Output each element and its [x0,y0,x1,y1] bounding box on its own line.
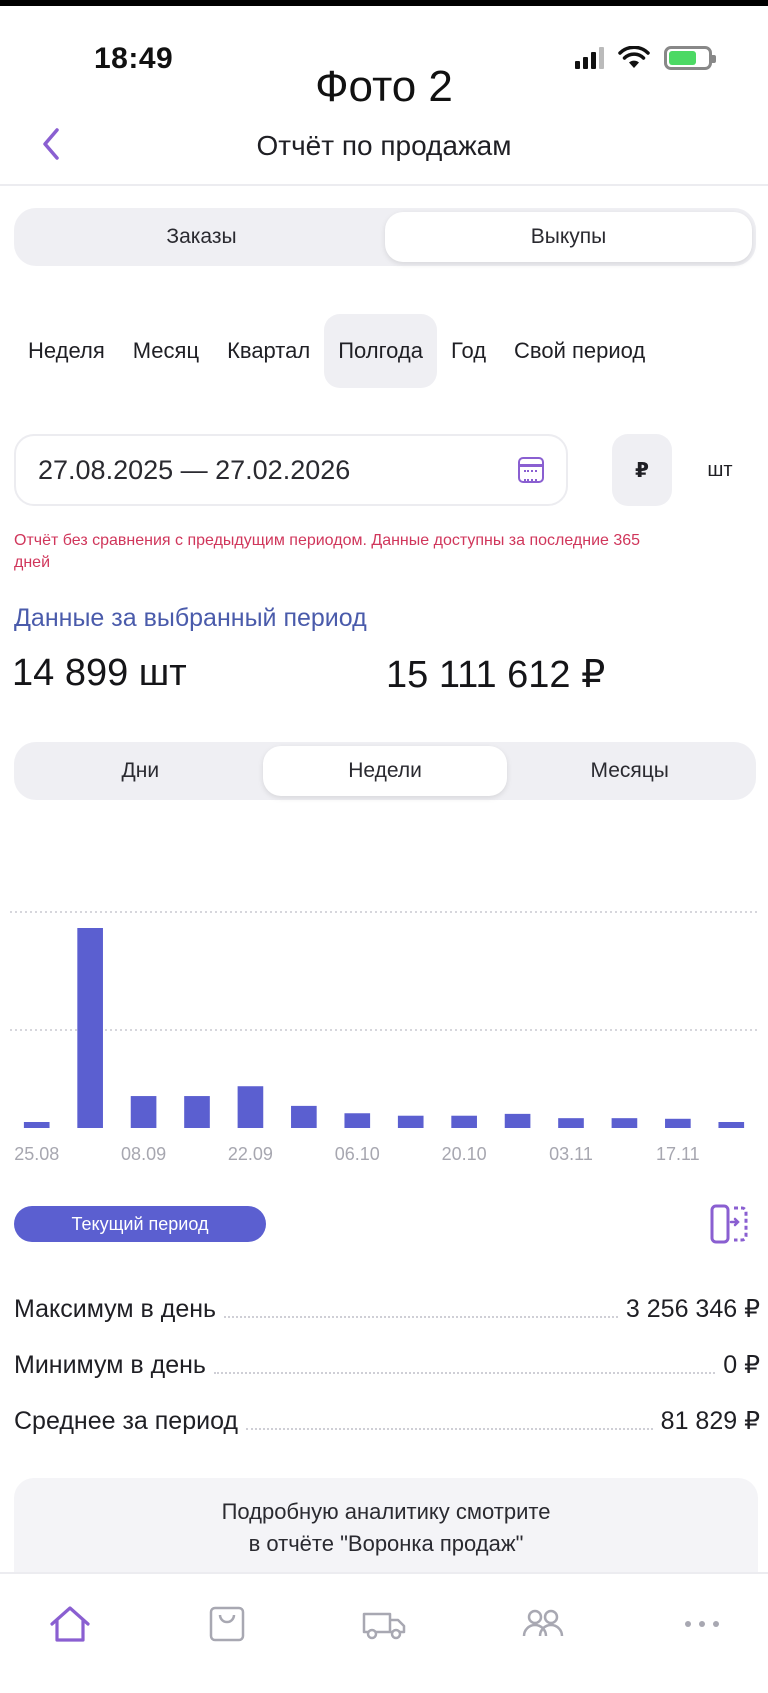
header-divider [0,184,768,186]
x-tick-label: 06.10 [335,1144,380,1164]
bottom-tab-bar [0,1572,768,1693]
chart-bar[interactable] [718,1122,745,1128]
info-line-2: в отчёте "Воронка продаж" [248,1531,524,1556]
stat-value: 3 256 346 ₽ [625,1295,760,1323]
chart-bar[interactable] [344,1113,371,1128]
date-range-value: 27.08.2025 — 27.02.2026 [38,454,351,485]
cellular-signal-icon [575,47,604,69]
compare-button[interactable] [700,1194,758,1254]
chart-bar[interactable] [451,1115,477,1128]
funnel-info-card[interactable]: Подробную аналитику смотрите в отчёте "В… [14,1478,758,1578]
chart-bar[interactable] [397,1115,424,1128]
chart-bar[interactable] [611,1118,638,1128]
units-toggle-button[interactable]: шт [690,434,750,506]
tab-buyouts[interactable]: Выкупы [385,212,752,262]
x-tick-label: 25.08 [14,1144,59,1164]
stat-average: Среднее за период 81 829 ₽ [14,1406,760,1436]
period-half-year[interactable]: Полгода [324,314,437,388]
currency-toggle-button[interactable]: ₽ [612,434,672,506]
x-tick-label: 17.11 [656,1144,700,1164]
stat-max-per-day: Максимум в день 3 256 346 ₽ [14,1294,760,1324]
x-tick-label: 08.09 [121,1144,166,1164]
current-period-badge[interactable]: Текущий период [14,1206,266,1242]
status-icons [575,46,716,70]
tab-delivery[interactable] [354,1600,414,1648]
chart-bar[interactable] [665,1118,691,1128]
period-custom[interactable]: Свой период [500,314,659,388]
stat-value: 0 ₽ [723,1351,760,1379]
top-border [0,0,768,6]
period-month[interactable]: Месяц [119,314,213,388]
chart-bar[interactable] [77,928,103,1128]
tab-weeks[interactable]: Недели [262,746,508,796]
date-range-field[interactable]: 27.08.2025 — 27.02.2026 [14,434,568,506]
compare-toggle-icon [710,1204,748,1244]
chart-bar[interactable] [23,1122,50,1128]
tab-community[interactable] [513,1600,573,1648]
stat-min-per-day: Минимум в день 0 ₽ [14,1350,760,1380]
period-selector: Неделя Месяц Квартал Полгода Год Свой пе… [14,314,659,388]
granularity-switch: Дни Недели Месяцы [14,742,756,800]
more-icon [685,1621,719,1627]
warning-text: Отчёт без сравнения с предыдущим периодо… [14,532,641,571]
wifi-icon [618,46,650,68]
chart-bar[interactable] [130,1096,157,1128]
home-icon [50,1606,90,1642]
page-title: Отчёт по продажам [256,130,512,161]
bag-icon [209,1606,245,1642]
tab-orders[interactable]: Заказы [18,212,385,262]
stat-value: 81 829 ₽ [660,1407,760,1435]
sales-chart: 25.08 08.09 22.09 06.10 20.10 03.11 17.11 [0,880,768,1170]
truck-icon [362,1612,406,1640]
x-tick-label: 03.11 [549,1144,593,1164]
stat-label: Среднее за период [14,1407,239,1435]
chart-bar[interactable] [504,1113,531,1128]
stat-label: Максимум в день [14,1295,217,1323]
chart-bar[interactable] [291,1105,317,1128]
total-rub: 15 111 612 ₽ [386,654,606,696]
tab-more[interactable] [672,1600,732,1648]
dotted-leader [213,1372,716,1374]
chart-bar[interactable] [184,1096,210,1128]
tab-home[interactable] [40,1600,100,1648]
people-icon [522,1609,564,1637]
tab-catalog[interactable] [197,1600,257,1648]
sales-bar-chart: 25.08 08.09 22.09 06.10 20.10 03.11 17.11 [10,911,758,1164]
total-units: 14 899 шт [12,652,187,694]
dotted-leader [224,1316,618,1318]
period-year[interactable]: Год [437,314,500,388]
report-type-switch: Заказы Выкупы [14,208,756,266]
battery-icon [664,46,716,70]
chart-bar[interactable] [237,1086,264,1128]
info-line-1: Подробную аналитику смотрите [221,1499,551,1524]
dotted-leader [246,1428,653,1430]
x-tick-label: 20.10 [442,1144,487,1164]
tab-months[interactable]: Месяцы [507,746,752,796]
stat-label: Минимум в день [14,1351,206,1379]
summary-title: Данные за выбранный период [14,604,367,632]
x-tick-label: 22.09 [228,1144,273,1164]
chart-bar[interactable] [558,1118,584,1128]
calendar-icon[interactable] [518,457,544,483]
tab-days[interactable]: Дни [18,746,263,796]
period-week[interactable]: Неделя [14,314,119,388]
period-quarter[interactable]: Квартал [213,314,324,388]
